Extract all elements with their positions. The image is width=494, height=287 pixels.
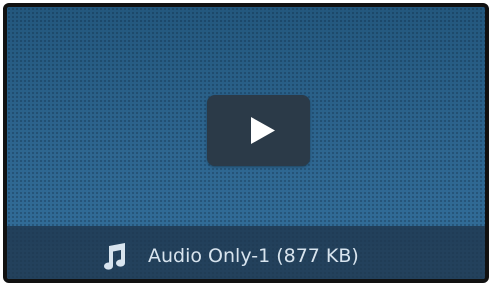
music-note-icon: [104, 243, 126, 270]
play-button[interactable]: [207, 95, 310, 166]
audio-player[interactable]: Audio Only-1 (877 KB): [3, 3, 489, 283]
play-icon: [251, 117, 275, 144]
caption-bar: Audio Only-1 (877 KB): [7, 226, 485, 279]
audio-file-caption: Audio Only-1 (877 KB): [148, 245, 359, 267]
audio-player-frame: Audio Only-1 (877 KB): [0, 0, 494, 287]
